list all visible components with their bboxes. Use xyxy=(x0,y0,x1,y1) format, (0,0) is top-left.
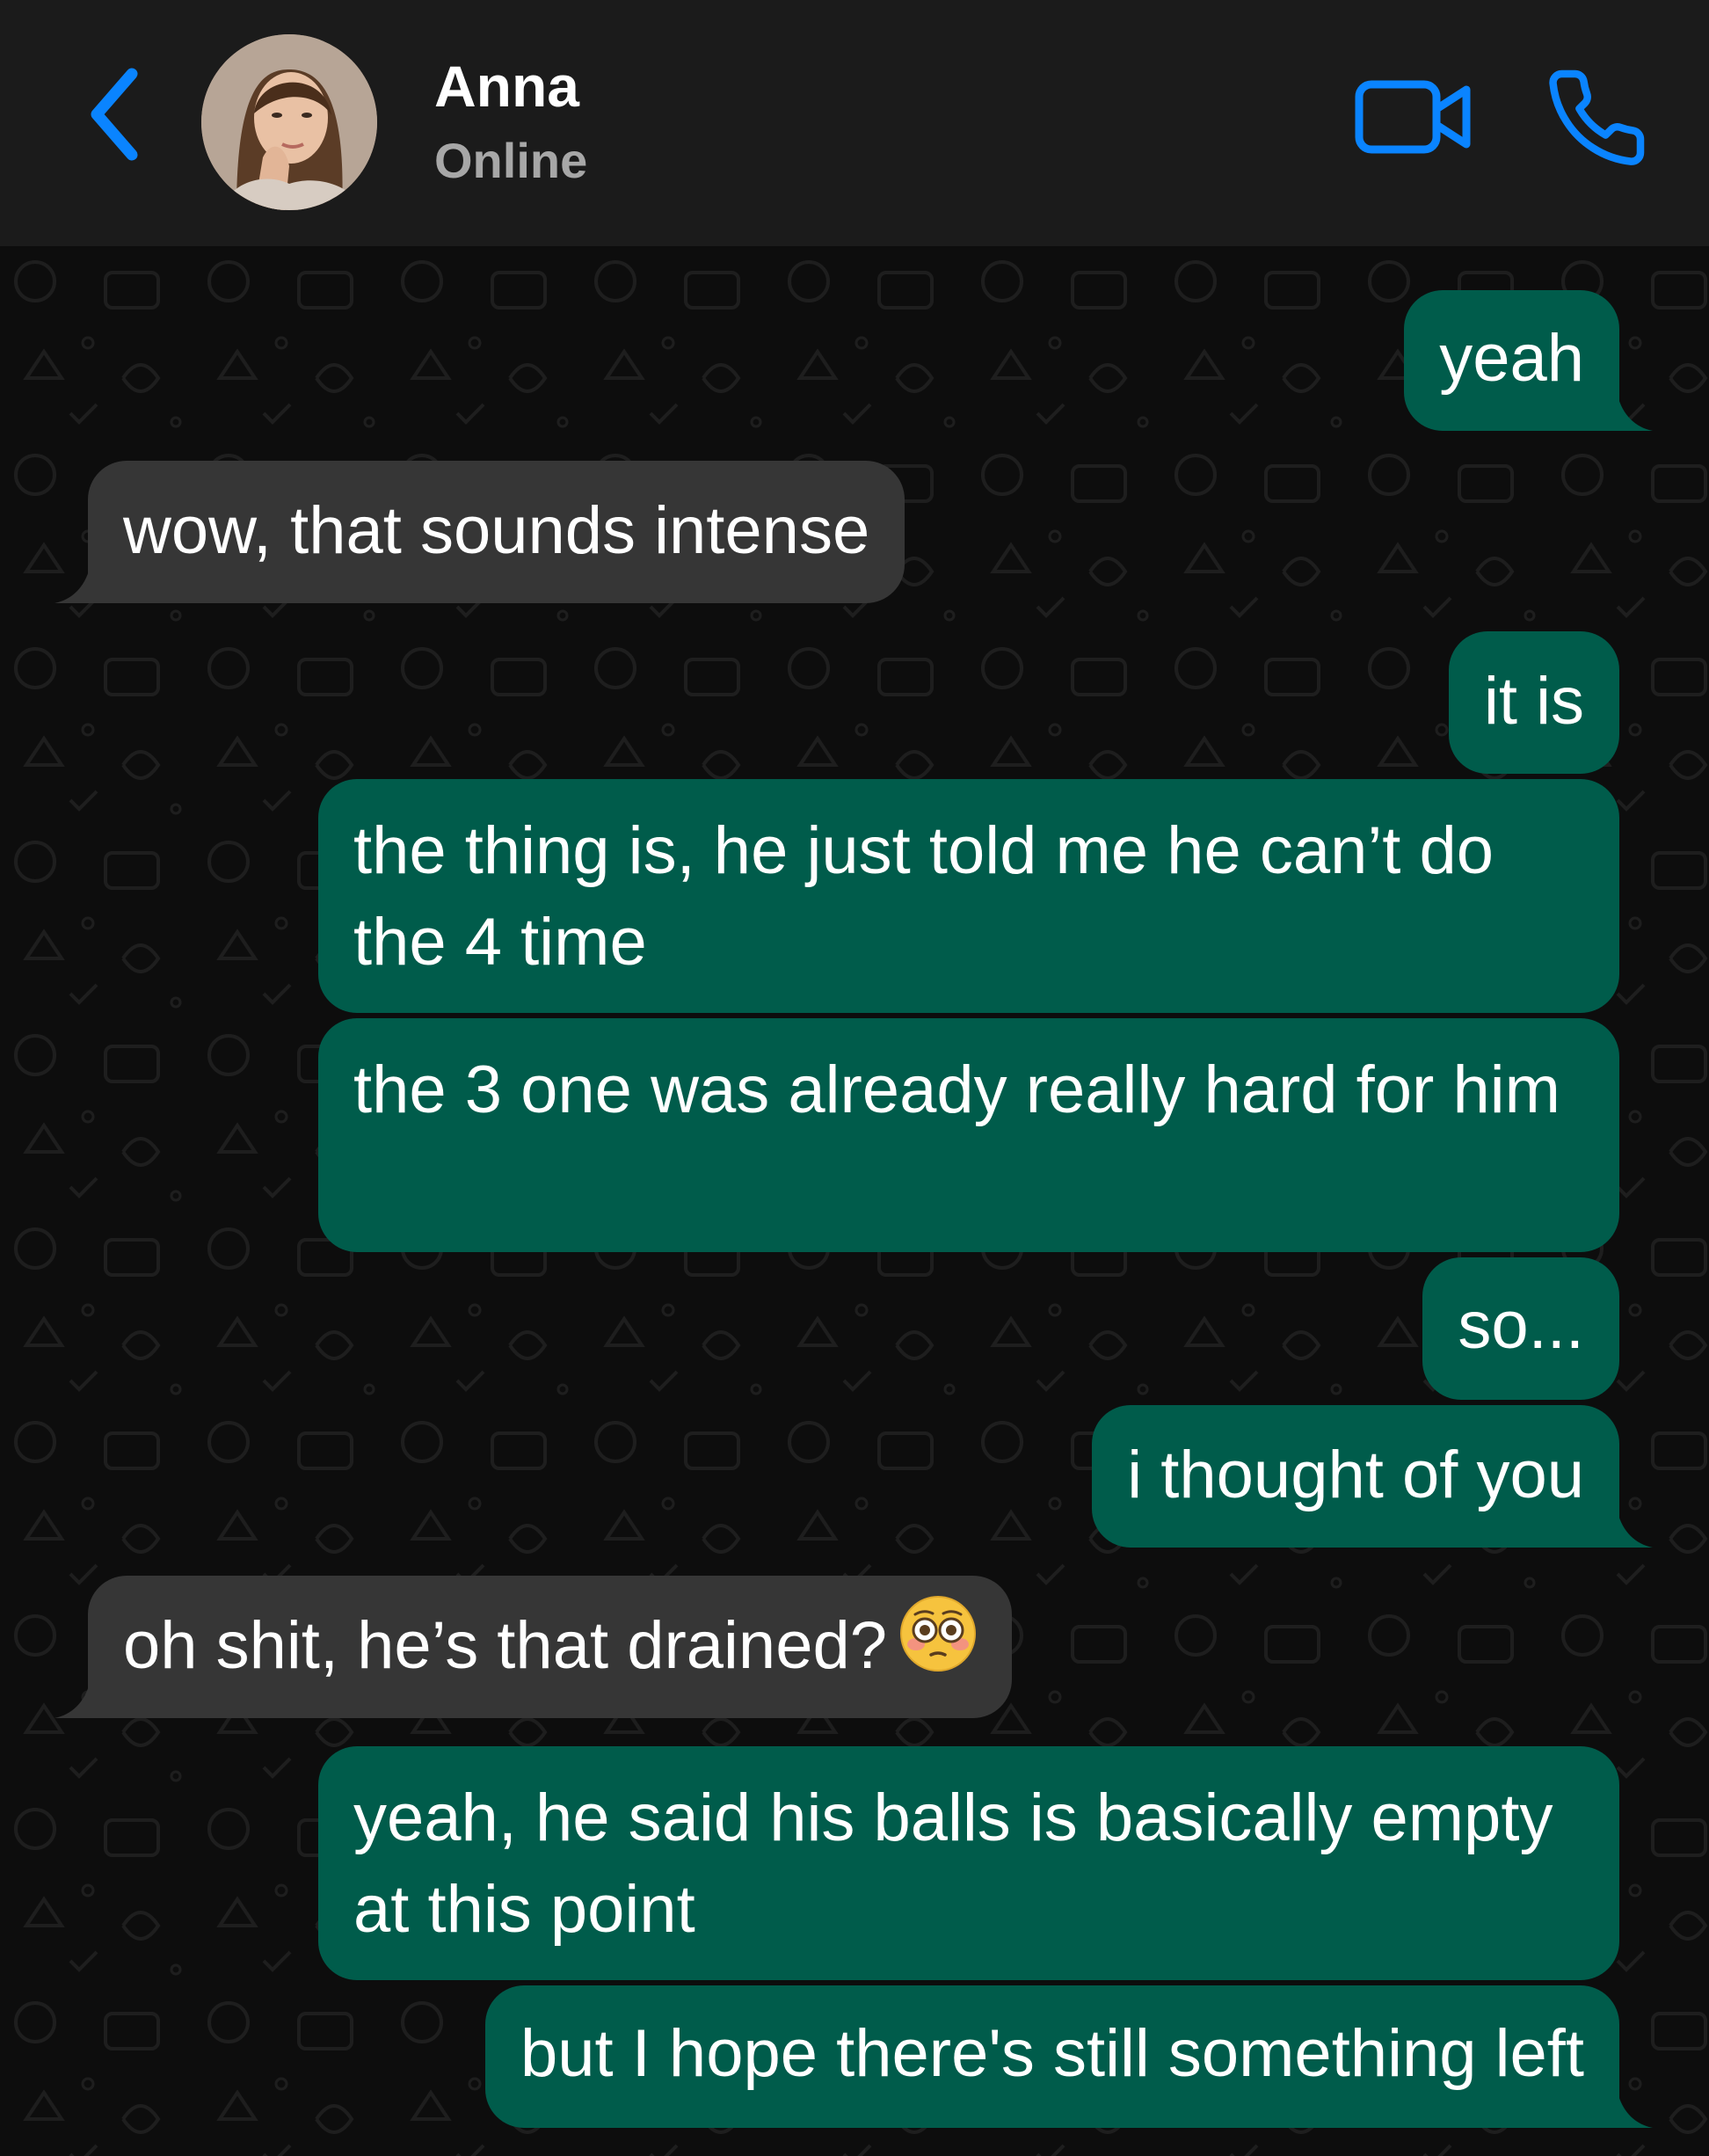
avatar-image xyxy=(201,34,377,210)
bubble-tail xyxy=(1618,1512,1653,1548)
video-call-button[interactable] xyxy=(1354,72,1473,162)
message-bubble-outgoing[interactable]: the 3 one was already really hard for hi… xyxy=(318,1018,1619,1252)
chat-header: Anna Online xyxy=(0,0,1709,246)
message-text: wow, that sounds intense xyxy=(123,493,870,568)
bubble-tail xyxy=(55,568,90,603)
message-bubble-outgoing[interactable]: it is xyxy=(1449,631,1619,774)
message-text: the 3 one was already really hard for hi… xyxy=(353,1053,1560,1127)
bubble-tail xyxy=(55,1683,90,1718)
contact-name[interactable]: Anna xyxy=(434,53,579,120)
phone-icon xyxy=(1549,69,1645,165)
message-list[interactable]: yeah wow, that sounds intense it is the … xyxy=(0,246,1709,2156)
video-camera-icon xyxy=(1355,80,1471,154)
message-text: oh shit, he’s that drained? xyxy=(123,1608,887,1683)
contact-status: Online xyxy=(434,133,588,188)
back-button[interactable] xyxy=(77,62,156,167)
message-text: i thought of you xyxy=(1127,1438,1584,1512)
message-bubble-incoming[interactable]: oh shit, he’s that drained? xyxy=(55,1576,1012,1718)
message-text: so... xyxy=(1458,1288,1584,1363)
message-bubble-outgoing[interactable]: i thought of you xyxy=(1092,1405,1653,1548)
flushed-face-emoji xyxy=(899,1595,977,1696)
chevron-left-icon xyxy=(91,68,138,161)
message-text: it is xyxy=(1484,664,1584,739)
message-bubble-outgoing[interactable]: so... xyxy=(1422,1257,1619,1400)
message-bubble-outgoing[interactable]: yeah, he said his balls is basically emp… xyxy=(318,1746,1619,1980)
message-text: the thing is, he just told me he can’t d… xyxy=(353,813,1494,980)
message-bubble-incoming[interactable]: wow, that sounds intense xyxy=(55,461,905,603)
message-text: yeah xyxy=(1439,321,1584,396)
message-bubble-outgoing[interactable]: yeah xyxy=(1404,290,1653,431)
message-bubble-outgoing[interactable]: but I hope there's still something left xyxy=(484,1985,1653,2128)
message-text: but I hope there's still something left xyxy=(520,2016,1584,2091)
avatar[interactable] xyxy=(201,34,377,210)
bubble-tail xyxy=(1618,396,1653,431)
message-bubble-outgoing[interactable]: the thing is, he just told me he can’t d… xyxy=(318,779,1619,1013)
bubble-tail xyxy=(1618,2093,1653,2128)
message-text: yeah, he said his balls is basically emp… xyxy=(353,1781,1553,1947)
voice-call-button[interactable] xyxy=(1544,65,1649,171)
